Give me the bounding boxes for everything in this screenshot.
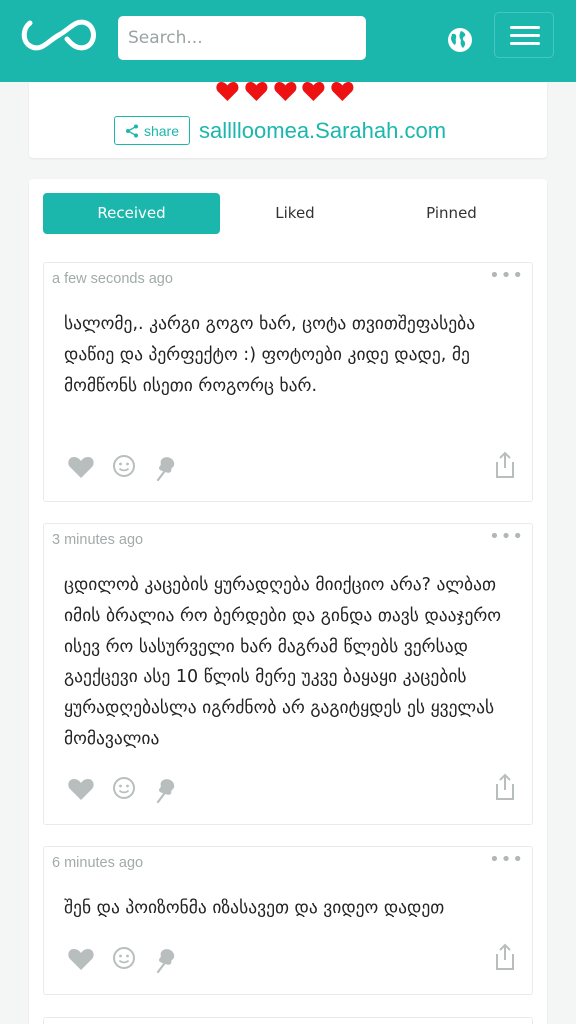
message-text: ცდილობ კაცების ყურადღება მიიქციო არა? ალ… <box>64 575 502 749</box>
share-nodes-icon <box>125 124 138 137</box>
heart-icon[interactable] <box>67 454 95 480</box>
message-text: სალომე,. კარგი გოგო ხარ, ცოტა თვითშეფასე… <box>64 314 476 396</box>
message-card: a few seconds ago ••• სალომე,. კარგი გოგ… <box>43 262 533 502</box>
tab-liked[interactable]: Liked <box>220 193 370 234</box>
heart-icon[interactable] <box>67 946 95 972</box>
menu-bar <box>510 42 540 45</box>
message-timestamp: 6 minutes ago <box>52 855 144 871</box>
more-dots-icon[interactable]: ••• <box>489 851 524 869</box>
share-label: share <box>143 122 180 139</box>
heart-icon <box>216 82 239 101</box>
smiley-icon[interactable] <box>112 454 136 478</box>
message-timestamp: a few seconds ago <box>52 271 173 287</box>
message-card <box>43 1017 533 1024</box>
profile-url-link[interactable]: salllloomea.Sarahah.com <box>199 116 446 146</box>
top-navbar <box>0 0 576 82</box>
globe-icon[interactable] <box>446 26 474 54</box>
smiley-icon[interactable] <box>112 946 136 970</box>
hamburger-menu-button[interactable] <box>494 12 554 58</box>
message-text: შენ და პოიზონმა იზასავეთ და ვიდეო დადეთ <box>64 898 445 918</box>
share-icon[interactable] <box>493 451 517 479</box>
pin-icon[interactable] <box>154 947 178 974</box>
share-profile-button[interactable]: share <box>114 116 190 145</box>
message-card: 6 minutes ago ••• შენ და პოიზონმა იზასავ… <box>43 846 533 995</box>
message-tabs: Received Liked Pinned <box>43 193 533 234</box>
search-input[interactable] <box>118 16 366 60</box>
heart-icon <box>302 82 325 101</box>
infinity-logo-icon[interactable] <box>20 15 98 55</box>
heart-icon <box>245 82 268 101</box>
share-icon[interactable] <box>493 943 517 971</box>
tab-pinned[interactable]: Pinned <box>370 193 533 234</box>
smiley-icon[interactable] <box>112 776 136 800</box>
tab-received[interactable]: Received <box>43 193 220 234</box>
share-icon[interactable] <box>493 773 517 801</box>
heart-icon[interactable] <box>67 776 95 802</box>
more-dots-icon[interactable]: ••• <box>489 267 524 285</box>
rating-hearts <box>215 80 355 102</box>
message-card: 3 minutes ago ••• ცდილობ კაცების ყურადღე… <box>43 523 533 825</box>
menu-bar <box>510 34 540 37</box>
menu-bar <box>510 26 540 29</box>
message-timestamp: 3 minutes ago <box>52 532 144 548</box>
heart-icon <box>331 82 354 101</box>
pin-icon[interactable] <box>154 777 178 804</box>
heart-icon <box>273 82 297 101</box>
pin-icon[interactable] <box>154 455 178 482</box>
more-dots-icon[interactable]: ••• <box>489 528 524 546</box>
messages-panel: Received Liked Pinned a few seconds ago … <box>29 179 547 1024</box>
